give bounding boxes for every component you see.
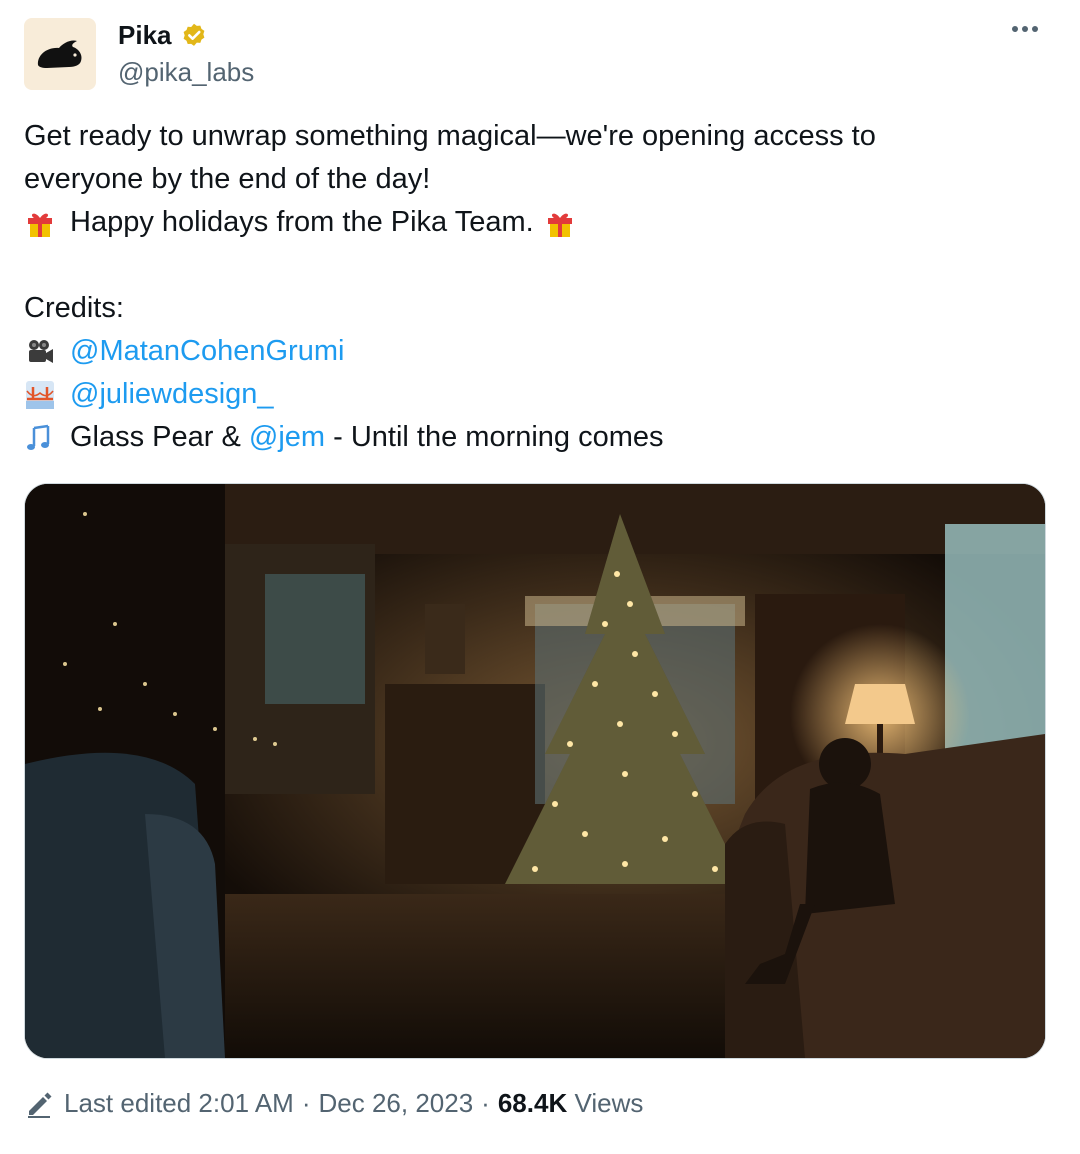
tweet-text: Get ready to unwrap something magical—we… bbox=[24, 115, 1044, 459]
pika-rabbit-logo-icon bbox=[37, 40, 82, 68]
movie-camera-icon bbox=[29, 339, 53, 363]
last-edited-link[interactable]: Last edited 2:01 AM bbox=[64, 1088, 294, 1119]
avatar[interactable] bbox=[24, 18, 96, 90]
tweet-video[interactable] bbox=[24, 483, 1046, 1059]
mention-juliewdesign[interactable]: @juliewdesign_ bbox=[70, 373, 274, 416]
musical-notes-icon bbox=[27, 424, 50, 450]
views-label: Views bbox=[574, 1088, 644, 1118]
verified-badge-icon bbox=[183, 23, 204, 46]
views-count[interactable]: 68.4K bbox=[498, 1088, 567, 1119]
mention-jem[interactable]: @jem bbox=[249, 416, 325, 459]
user-handle[interactable]: @pika_labs bbox=[118, 57, 254, 88]
tweet-line-1: Get ready to unwrap something magical—we… bbox=[24, 120, 876, 152]
tweet-line-3: Happy holidays from the Pika Team. bbox=[70, 206, 534, 238]
mention-matancohengrumi[interactable]: @MatanCohenGrumi bbox=[70, 330, 344, 373]
gift-icon bbox=[28, 213, 52, 237]
bridge-at-night-icon bbox=[26, 380, 54, 409]
tweet-line-2: everyone by the end of the day! bbox=[24, 163, 431, 195]
display-name[interactable]: Pika bbox=[118, 20, 172, 51]
pencil-icon bbox=[28, 1092, 52, 1118]
music-credit-title: - Until the morning comes bbox=[325, 421, 664, 453]
tweet-date[interactable]: Dec 26, 2023 bbox=[319, 1088, 474, 1119]
tweet-meta: Last edited 2:01 AM · Dec 26, 2023 · 68.… bbox=[24, 1088, 643, 1119]
more-options-button[interactable] bbox=[1012, 26, 1038, 32]
credits-label: Credits: bbox=[24, 292, 124, 324]
gift-icon bbox=[547, 213, 572, 237]
more-dots-icon bbox=[1012, 26, 1018, 32]
music-credit-text: Glass Pear & bbox=[70, 421, 249, 453]
meta-separator: · bbox=[481, 1088, 490, 1118]
video-thumbnail bbox=[25, 484, 1045, 1058]
meta-separator: · bbox=[301, 1088, 311, 1118]
